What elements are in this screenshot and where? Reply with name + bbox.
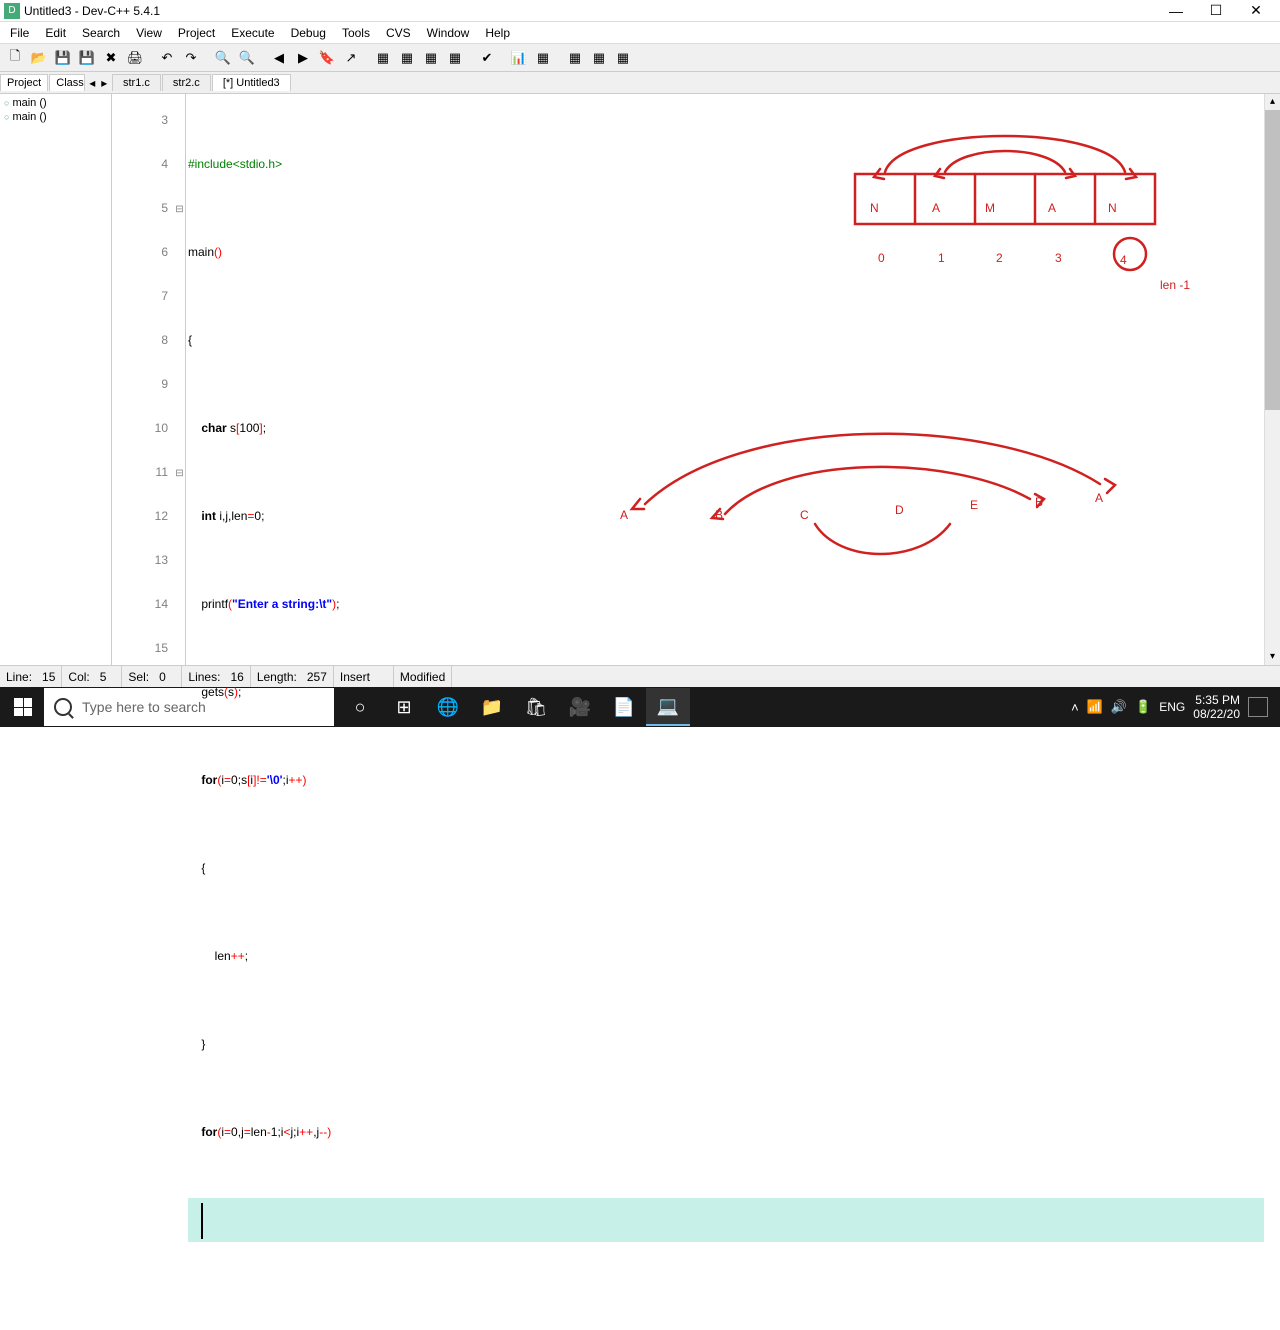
close-file-button[interactable]: ✖	[100, 47, 122, 69]
bookmark-button[interactable]: 🔖	[316, 47, 338, 69]
rebuild-button[interactable]: ▦	[444, 47, 466, 69]
vertical-scrollbar[interactable]: ▴ ▾	[1264, 94, 1280, 665]
sidebar-tab-classes[interactable]: Classes	[49, 74, 85, 91]
status-line: Line: 15	[0, 666, 62, 687]
scroll-down-button[interactable]: ▾	[1265, 649, 1280, 665]
project-opts-button[interactable]: ▦	[532, 47, 554, 69]
fold-column	[174, 94, 186, 665]
fold-marker[interactable]	[174, 450, 185, 494]
menu-view[interactable]: View	[128, 24, 170, 42]
sidebar: main () main ()	[0, 94, 112, 665]
sidebar-tab-project[interactable]: Project	[0, 74, 48, 91]
toggle-button[interactable]: ▦	[588, 47, 610, 69]
close-button[interactable]: ✕	[1236, 0, 1276, 22]
tree-item-main1[interactable]: main ()	[2, 96, 109, 110]
replace-button[interactable]: 🔍	[236, 47, 258, 69]
save-button[interactable]: 💾	[52, 47, 74, 69]
menu-edit[interactable]: Edit	[37, 24, 74, 42]
scroll-up-button[interactable]: ▴	[1265, 94, 1280, 110]
redo-button[interactable]: ↷	[180, 47, 202, 69]
toolbar: 🗋 📂 💾 💾 ✖ 🖨 ↶ ↷ 🔍 🔍 ◀ ▶ 🔖 ↗ ▦ ▦ ▦ ▦ ✔ 📊 …	[0, 44, 1280, 72]
menu-execute[interactable]: Execute	[223, 24, 282, 42]
menu-file[interactable]: File	[2, 24, 37, 42]
find-button[interactable]: 🔍	[212, 47, 234, 69]
open-button[interactable]: 📂	[28, 47, 50, 69]
compile-run-button[interactable]: ▦	[420, 47, 442, 69]
print-button[interactable]: 🖨	[124, 47, 146, 69]
undo-button[interactable]: ↶	[156, 47, 178, 69]
menu-window[interactable]: Window	[419, 24, 478, 42]
forward-button[interactable]: ▶	[292, 47, 314, 69]
file-tab-untitled3[interactable]: [*] Untitled3	[212, 74, 291, 91]
save-all-button[interactable]: 💾	[76, 47, 98, 69]
menu-bar: File Edit Search View Project Execute De…	[0, 22, 1280, 44]
window-title: Untitled3 - Dev-C++ 5.4.1	[24, 4, 1156, 18]
menu-search[interactable]: Search	[74, 24, 128, 42]
tab-scroll-left[interactable]: ◂	[86, 76, 98, 90]
compile-button[interactable]: ▦	[372, 47, 394, 69]
menu-cvs[interactable]: CVS	[378, 24, 419, 42]
window-titlebar: D Untitled3 - Dev-C++ 5.4.1 — ☐ ✕	[0, 0, 1280, 22]
code-area[interactable]: #include<stdio.h> main() { char s[100]; …	[186, 94, 1264, 665]
profile-button[interactable]: 📊	[508, 47, 530, 69]
new-file-button[interactable]: 🗋	[4, 47, 26, 69]
editor[interactable]: 3 4 5 6 7 8 9 10 11 12 13 14 15 #include…	[112, 94, 1280, 665]
file-tab-str2[interactable]: str2.c	[162, 74, 211, 91]
menu-debug[interactable]: Debug	[283, 24, 334, 42]
debug-button[interactable]: ✔	[476, 47, 498, 69]
minimize-button[interactable]: —	[1156, 0, 1196, 22]
app-icon: D	[4, 3, 20, 19]
search-icon	[54, 698, 72, 716]
goto2-button[interactable]: ▦	[612, 47, 634, 69]
file-tab-str1[interactable]: str1.c	[112, 74, 161, 91]
windows-logo-icon	[14, 698, 32, 716]
fold-marker[interactable]	[174, 186, 185, 230]
goto-button[interactable]: ↗	[340, 47, 362, 69]
tab-scroll-right[interactable]: ▸	[98, 76, 110, 90]
run-button[interactable]: ▦	[396, 47, 418, 69]
tree-item-main2[interactable]: main ()	[2, 110, 109, 124]
scroll-thumb[interactable]	[1265, 110, 1280, 410]
menu-project[interactable]: Project	[170, 24, 223, 42]
text-cursor	[201, 1203, 203, 1239]
back-button[interactable]: ◀	[268, 47, 290, 69]
insert-button[interactable]: ▦	[564, 47, 586, 69]
maximize-button[interactable]: ☐	[1196, 0, 1236, 22]
line-gutter: 3 4 5 6 7 8 9 10 11 12 13 14 15	[112, 94, 174, 665]
tabs-row: Project Classes ◂ ▸ str1.c str2.c [*] Un…	[0, 72, 1280, 94]
start-button[interactable]	[2, 688, 44, 726]
main-area: main () main () 3 4 5 6 7 8 9 10 11 12 1…	[0, 94, 1280, 665]
menu-help[interactable]: Help	[477, 24, 518, 42]
menu-tools[interactable]: Tools	[334, 24, 378, 42]
